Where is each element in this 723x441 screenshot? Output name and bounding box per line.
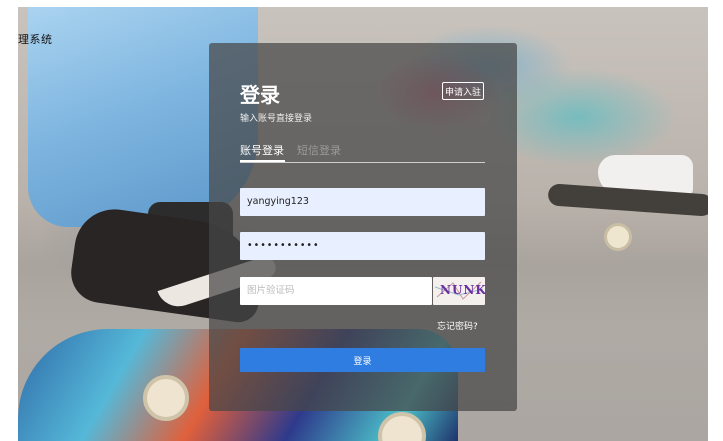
login-panel: 登录 申请入驻 输入账号直接登录 账号登录 短信登录 yangying123 •…	[209, 43, 517, 411]
login-button[interactable]: 登录	[240, 348, 485, 372]
system-title: 理系统	[18, 33, 53, 46]
active-tab-indicator	[240, 160, 285, 162]
tab-sms-login[interactable]: 短信登录	[297, 142, 341, 158]
password-input[interactable]: •••••••••••	[240, 232, 485, 260]
tab-account-login[interactable]: 账号登录	[240, 142, 284, 158]
username-input[interactable]: yangying123	[240, 188, 485, 216]
captcha-text: NUNK	[440, 283, 485, 297]
wheel-graphic	[143, 375, 189, 421]
login-subtitle: 输入账号直接登录	[240, 114, 313, 124]
captcha-image[interactable]: NUNK	[433, 277, 485, 305]
apply-join-button[interactable]: 申请入驻	[442, 82, 484, 100]
login-tabs: 账号登录 短信登录	[240, 142, 485, 163]
wheel-graphic	[604, 223, 632, 251]
captcha-input[interactable]: 图片验证码	[240, 277, 432, 305]
forgot-password-link[interactable]: 忘记密码?	[437, 319, 478, 332]
login-heading: 登录	[240, 83, 280, 107]
